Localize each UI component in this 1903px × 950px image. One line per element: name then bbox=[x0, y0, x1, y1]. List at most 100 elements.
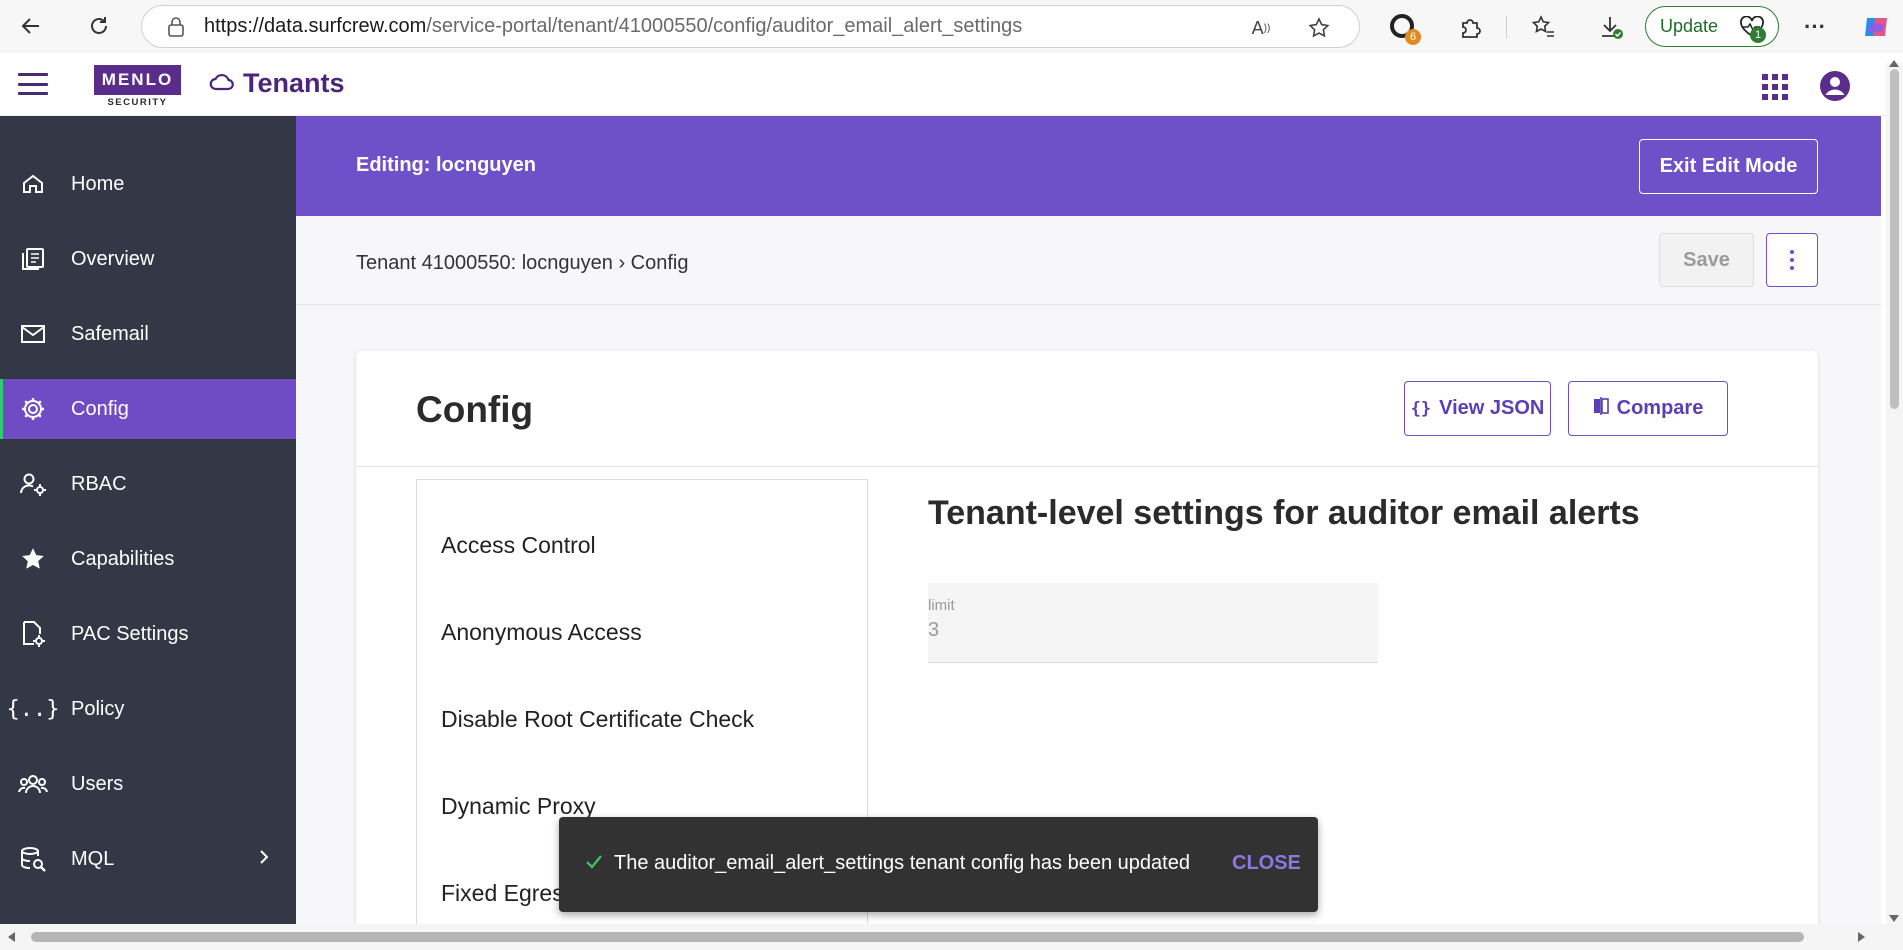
star-icon bbox=[18, 544, 48, 574]
refresh-icon bbox=[91, 17, 107, 34]
list-item[interactable]: Access Control bbox=[441, 532, 596, 559]
sidebar-item-home[interactable]: Home bbox=[0, 154, 296, 214]
copilot-icon[interactable] bbox=[1861, 12, 1891, 42]
lock-icon bbox=[166, 16, 186, 37]
limit-field[interactable]: limit 3 bbox=[928, 583, 1378, 663]
snackbar-message: The auditor_email_alert_settings tenant … bbox=[614, 852, 1190, 874]
more-actions-button[interactable] bbox=[1766, 233, 1818, 287]
cloud-icon bbox=[209, 68, 235, 99]
sidebar-item-label: Capabilities bbox=[71, 547, 175, 570]
apps-grid-icon[interactable] bbox=[1762, 74, 1788, 100]
url-path: /service-portal/tenant/41000550/config/a… bbox=[426, 15, 1023, 37]
sidebar-item-pac-settings[interactable]: PAC Settings bbox=[0, 604, 296, 664]
exit-edit-mode-button[interactable]: Exit Edit Mode bbox=[1639, 139, 1818, 194]
user-gear-icon bbox=[18, 469, 48, 499]
list-item[interactable]: Dynamic Proxy bbox=[441, 793, 596, 820]
sidebar-item-label: PAC Settings bbox=[71, 622, 189, 645]
breadcrumb-bar: Tenant 41000550: locnguyen › Config bbox=[296, 216, 1881, 305]
users-icon bbox=[18, 769, 48, 799]
more-options-icon[interactable]: ··· bbox=[1800, 12, 1830, 42]
scroll-up-icon[interactable] bbox=[1889, 60, 1899, 67]
app-title[interactable]: Tenants bbox=[209, 68, 345, 99]
browser-toolbar: https://data.surfcrew.com/service-portal… bbox=[0, 0, 1903, 53]
file-gear-icon bbox=[18, 619, 48, 649]
snackbar: The auditor_email_alert_settings tenant … bbox=[559, 817, 1318, 912]
list-item[interactable]: Anonymous Access bbox=[441, 619, 642, 646]
refresh-button[interactable] bbox=[82, 9, 116, 43]
edit-mode-banner: Editing: locnguyen Exit Edit Mode bbox=[296, 116, 1881, 216]
logo-subtext: SECURITY bbox=[107, 97, 168, 108]
extension-circle-icon[interactable]: 6 bbox=[1388, 12, 1421, 45]
sidebar-item-label: Home bbox=[71, 172, 125, 195]
sidebar-item-label: Users bbox=[71, 772, 124, 795]
sidebar-item-overview[interactable]: Overview bbox=[0, 229, 296, 289]
sidebar-item-capabilities[interactable]: Capabilities bbox=[0, 529, 296, 589]
editing-label: Editing: locnguyen bbox=[356, 154, 536, 176]
scroll-down-icon[interactable] bbox=[1889, 915, 1899, 922]
compare-label: Compare bbox=[1616, 397, 1704, 419]
sidebar-item-users[interactable]: Users bbox=[0, 754, 296, 814]
settings-heading: Tenant-level settings for auditor email … bbox=[928, 494, 1640, 532]
url-text: https://data.surfcrew.com/service-portal… bbox=[204, 15, 1022, 38]
app-header: MENLO SECURITY Tenants bbox=[0, 53, 1886, 116]
logo-text: MENLO bbox=[94, 65, 181, 95]
list-item[interactable]: Disable Root Certificate Check bbox=[441, 706, 754, 733]
page-title: Config bbox=[416, 389, 534, 430]
database-search-icon bbox=[18, 844, 48, 874]
back-arrow-icon bbox=[21, 18, 39, 34]
sidebar-item-mql[interactable]: MQL bbox=[0, 829, 296, 889]
scroll-thumb[interactable] bbox=[1890, 69, 1899, 409]
vertical-scrollbar[interactable] bbox=[1886, 60, 1903, 924]
main-content: Editing: locnguyen Exit Edit Mode Tenant… bbox=[296, 116, 1881, 924]
sidebar-item-label: RBAC bbox=[71, 472, 127, 495]
update-label: Update bbox=[1660, 16, 1719, 36]
account-circle-icon[interactable] bbox=[1819, 70, 1851, 102]
sidebar-item-label: Safemail bbox=[71, 322, 149, 345]
scroll-left-icon[interactable] bbox=[8, 932, 15, 942]
horizontal-scrollbar[interactable] bbox=[0, 924, 1903, 950]
downloads-icon[interactable] bbox=[1596, 12, 1626, 42]
sidebar-item-policy[interactable]: {..} Policy bbox=[0, 679, 296, 739]
list-item[interactable]: Fixed Egress bbox=[441, 880, 575, 907]
braces-icon: {..} bbox=[6, 696, 60, 722]
overview-icon bbox=[18, 244, 48, 274]
view-json-label: View JSON bbox=[1439, 397, 1545, 419]
mail-icon bbox=[18, 319, 48, 349]
card-divider bbox=[356, 466, 1818, 467]
menu-icon[interactable] bbox=[18, 73, 48, 95]
update-badge: 1 bbox=[1750, 27, 1766, 43]
view-json-button[interactable]: {} View JSON bbox=[1404, 381, 1551, 436]
braces-icon: {} bbox=[1410, 398, 1432, 419]
snackbar-close-button[interactable]: CLOSE bbox=[1232, 852, 1301, 875]
extension-badge: 6 bbox=[1405, 29, 1421, 45]
breadcrumb[interactable]: Tenant 41000550: locnguyen › Config bbox=[356, 252, 688, 275]
limit-value: 3 bbox=[928, 619, 940, 641]
compare-button[interactable]: Compare bbox=[1568, 381, 1728, 436]
home-icon bbox=[18, 169, 48, 199]
limit-label: limit bbox=[928, 597, 955, 614]
extensions-puzzle-icon[interactable] bbox=[1456, 12, 1486, 42]
scroll-thumb[interactable] bbox=[31, 932, 1804, 942]
scroll-right-icon[interactable] bbox=[1858, 932, 1865, 942]
sidebar-item-label: Config bbox=[71, 397, 129, 420]
sidebar-item-label: Policy bbox=[71, 697, 125, 720]
sidebar: Home Overview Safemail Config RBAC Capab… bbox=[0, 116, 296, 924]
sidebar-item-safemail[interactable]: Safemail bbox=[0, 304, 296, 364]
toolbar-divider bbox=[1506, 16, 1507, 38]
kebab-menu-icon bbox=[1790, 250, 1794, 270]
chevron-right-icon bbox=[258, 848, 270, 871]
sidebar-item-rbac[interactable]: RBAC bbox=[0, 454, 296, 514]
back-button[interactable] bbox=[14, 9, 48, 43]
gear-icon bbox=[18, 394, 48, 424]
sidebar-item-label: MQL bbox=[71, 847, 115, 870]
url-domain: https://data.surfcrew.com bbox=[204, 15, 427, 37]
save-button[interactable]: Save bbox=[1659, 233, 1754, 287]
sidebar-item-config[interactable]: Config bbox=[0, 379, 296, 439]
read-aloud-icon[interactable]: A)) bbox=[1249, 16, 1273, 40]
favorite-star-icon[interactable] bbox=[1307, 16, 1331, 40]
favorites-icon[interactable] bbox=[1528, 12, 1558, 42]
update-button[interactable]: Update 1 bbox=[1645, 6, 1779, 47]
address-bar[interactable]: https://data.surfcrew.com/service-portal… bbox=[141, 5, 1360, 48]
menlo-logo[interactable]: MENLO SECURITY bbox=[94, 65, 181, 109]
app-title-text: Tenants bbox=[243, 68, 345, 98]
